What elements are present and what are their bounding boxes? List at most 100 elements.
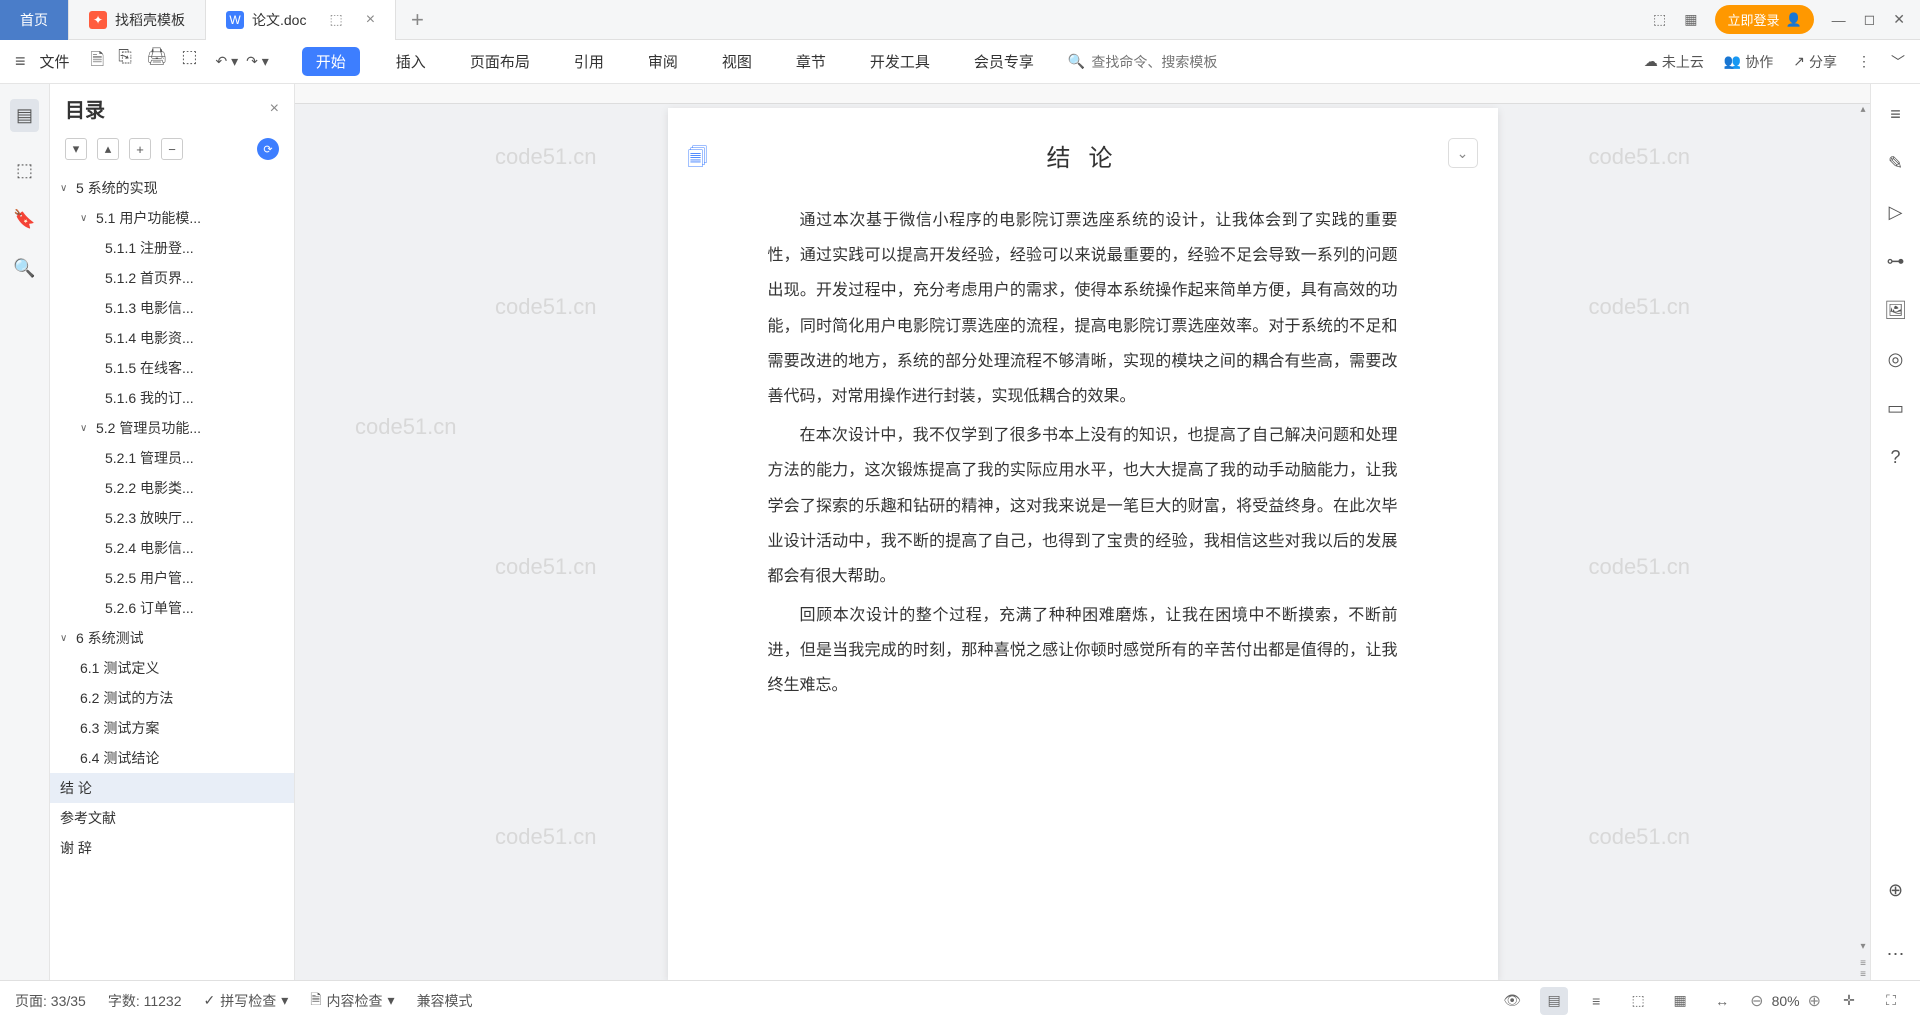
search-box[interactable]: 🔍	[1068, 53, 1241, 70]
page-up-icon[interactable]: ≡	[1860, 958, 1866, 969]
scroll-up-icon[interactable]: ▴	[1860, 104, 1865, 115]
tab-document[interactable]: W 论文.doc ⬚ ×	[206, 0, 396, 40]
tree-item[interactable]: ∨5.2 管理员功能...	[50, 413, 294, 443]
tree-item[interactable]: 6.2 测试的方法	[50, 683, 294, 713]
chevron-down-icon[interactable]: ∨	[60, 183, 72, 194]
zoom-in-button[interactable]: ⊕	[1808, 991, 1821, 1011]
rtab-view[interactable]: 视图	[714, 47, 760, 76]
image-icon[interactable]: 🖼	[1884, 300, 1907, 321]
tree-item[interactable]: 6.4 测试结论	[50, 743, 294, 773]
tree-item[interactable]: ∨5 系统的实现	[50, 173, 294, 203]
scrollbar[interactable]: ▴ ▾ ≡ ≡	[1856, 104, 1870, 980]
content-check[interactable]: 🗎内容检查 ▾	[310, 989, 394, 1013]
tree-item[interactable]: ∨6 系统测试	[50, 623, 294, 653]
spell-check[interactable]: ✓拼写检查 ▾	[204, 991, 289, 1011]
tree-item[interactable]: ∨5.1 用户功能模...	[50, 203, 294, 233]
fullscreen-icon[interactable]: ⛶	[1877, 987, 1905, 1015]
print-icon[interactable]: 🖨	[146, 47, 168, 76]
tree-item[interactable]: 结 论	[50, 773, 294, 803]
fold-button[interactable]: ⌄	[1448, 138, 1478, 168]
tree-item[interactable]: 谢 辞	[50, 833, 294, 863]
close-icon[interactable]: ×	[366, 11, 375, 29]
outline-view-icon[interactable]: ≡	[1582, 987, 1610, 1015]
zoom-level[interactable]: 80%	[1772, 993, 1800, 1009]
paragraph[interactable]: 通过本次基于微信小程序的电影院订票选座系统的设计，让我体会到了实践的重要性，通过…	[768, 203, 1398, 414]
word-count[interactable]: 字数: 11232	[108, 991, 182, 1011]
sync-badge-icon[interactable]: ⟳	[257, 138, 279, 160]
compat-mode[interactable]: 兼容模式	[417, 991, 473, 1011]
pen-icon[interactable]: ✎	[1888, 153, 1903, 174]
target-icon[interactable]: ◎	[1888, 349, 1904, 370]
level-down-icon[interactable]: −	[161, 138, 183, 160]
rtab-start[interactable]: 开始	[302, 47, 360, 76]
tree-item[interactable]: 5.1.2 首页界...	[50, 263, 294, 293]
document-page[interactable]: 🗐 ⌄ 结 论 通过本次基于微信小程序的电影院订票选座系统的设计，让我体会到了实…	[668, 108, 1498, 980]
outline-nav-icon[interactable]: ▤	[10, 99, 39, 132]
tree-item[interactable]: 5.1.6 我的订...	[50, 383, 294, 413]
chevron-down-icon[interactable]: ∨	[80, 213, 92, 224]
collapse-icon[interactable]: ﹀	[1891, 52, 1905, 72]
tab-home[interactable]: 首页	[0, 0, 69, 40]
reader-icon[interactable]: ▭	[1887, 398, 1904, 419]
undo-button[interactable]: ↶ ▾	[215, 53, 238, 70]
paragraph[interactable]: 回顾本次设计的整个过程，充满了种种困难磨炼，让我在困境中不断摸索，不断前进，但是…	[768, 598, 1398, 704]
help-icon[interactable]: ?	[1890, 447, 1900, 468]
ruler[interactable]	[295, 84, 1870, 104]
add-tab-button[interactable]: +	[396, 7, 439, 33]
tree-item[interactable]: 5.2.5 用户管...	[50, 563, 294, 593]
tree-item[interactable]: 5.1.1 注册登...	[50, 233, 294, 263]
search-input[interactable]	[1091, 54, 1241, 70]
page-view-icon[interactable]: ▤	[1540, 987, 1568, 1015]
tree-item[interactable]: 参考文献	[50, 803, 294, 833]
rtab-layout[interactable]: 页面布局	[462, 47, 538, 76]
read-view-icon[interactable]: ▦	[1666, 987, 1694, 1015]
collapse-all-icon[interactable]: ▾	[65, 138, 87, 160]
tree-item[interactable]: 6.1 测试定义	[50, 653, 294, 683]
tree-item[interactable]: 6.3 测试方案	[50, 713, 294, 743]
close-button[interactable]: ✕	[1893, 11, 1905, 28]
cloud-status[interactable]: ☁未上云	[1644, 52, 1704, 72]
web-view-icon[interactable]: ⬚	[1624, 987, 1652, 1015]
add-icon[interactable]: ⊕	[1888, 880, 1903, 901]
page-down-icon[interactable]: ≡	[1860, 969, 1866, 980]
expand-all-icon[interactable]: ▴	[97, 138, 119, 160]
rtab-section[interactable]: 章节	[788, 47, 834, 76]
zoom-out-button[interactable]: ⊖	[1750, 991, 1763, 1011]
hamburger-icon[interactable]: ≡	[1890, 104, 1901, 125]
bookmark-icon[interactable]: 🔖	[13, 209, 35, 230]
hamburger-icon[interactable]: ≡	[15, 51, 26, 72]
rtab-review[interactable]: 审阅	[640, 47, 686, 76]
tree-item[interactable]: 5.2.3 放映厅...	[50, 503, 294, 533]
rtab-insert[interactable]: 插入	[388, 47, 434, 76]
redo-button[interactable]: ↷ ▾	[246, 53, 269, 70]
login-button[interactable]: 立即登录👤	[1715, 5, 1813, 34]
collab-button[interactable]: 👥协作	[1724, 52, 1773, 72]
apps-icon[interactable]: ▦	[1684, 11, 1697, 28]
rtab-ref[interactable]: 引用	[566, 47, 612, 76]
page-indicator[interactable]: 页面: 33/35	[15, 991, 86, 1011]
more-icon[interactable]: ⋮	[1857, 53, 1871, 70]
page-marker-icon[interactable]: 🗐	[688, 143, 708, 177]
share-button[interactable]: ↗分享	[1793, 52, 1837, 72]
cursor-icon[interactable]: ▷	[1889, 202, 1903, 223]
tree-item[interactable]: 5.1.4 电影资...	[50, 323, 294, 353]
tab-mode-icon[interactable]: ⬚	[329, 11, 342, 28]
chevron-down-icon[interactable]: ∨	[80, 423, 92, 434]
clipboard-icon[interactable]: ⬚	[16, 160, 33, 181]
settings-icon[interactable]: ⊶	[1887, 251, 1905, 272]
preview-icon[interactable]: ⬚	[181, 47, 197, 76]
save-icon[interactable]: 🗎	[91, 47, 105, 76]
tree-item[interactable]: 5.1.5 在线客...	[50, 353, 294, 383]
save-as-icon[interactable]: ⎘	[118, 47, 132, 76]
file-menu[interactable]: 文件	[40, 51, 70, 72]
outline-close-icon[interactable]: ×	[270, 100, 279, 118]
rtab-dev[interactable]: 开发工具	[862, 47, 938, 76]
rtab-vip[interactable]: 会员专享	[966, 47, 1042, 76]
maximize-button[interactable]: ◻	[1864, 11, 1876, 28]
minimize-button[interactable]: —	[1832, 12, 1846, 28]
fullwidth-icon[interactable]: ↔	[1708, 987, 1736, 1015]
level-up-icon[interactable]: +	[129, 138, 151, 160]
tree-item[interactable]: 5.1.3 电影信...	[50, 293, 294, 323]
tab-template[interactable]: ✦ 找稻壳模板	[69, 0, 206, 40]
layout-icon[interactable]: ⬚	[1653, 11, 1666, 28]
